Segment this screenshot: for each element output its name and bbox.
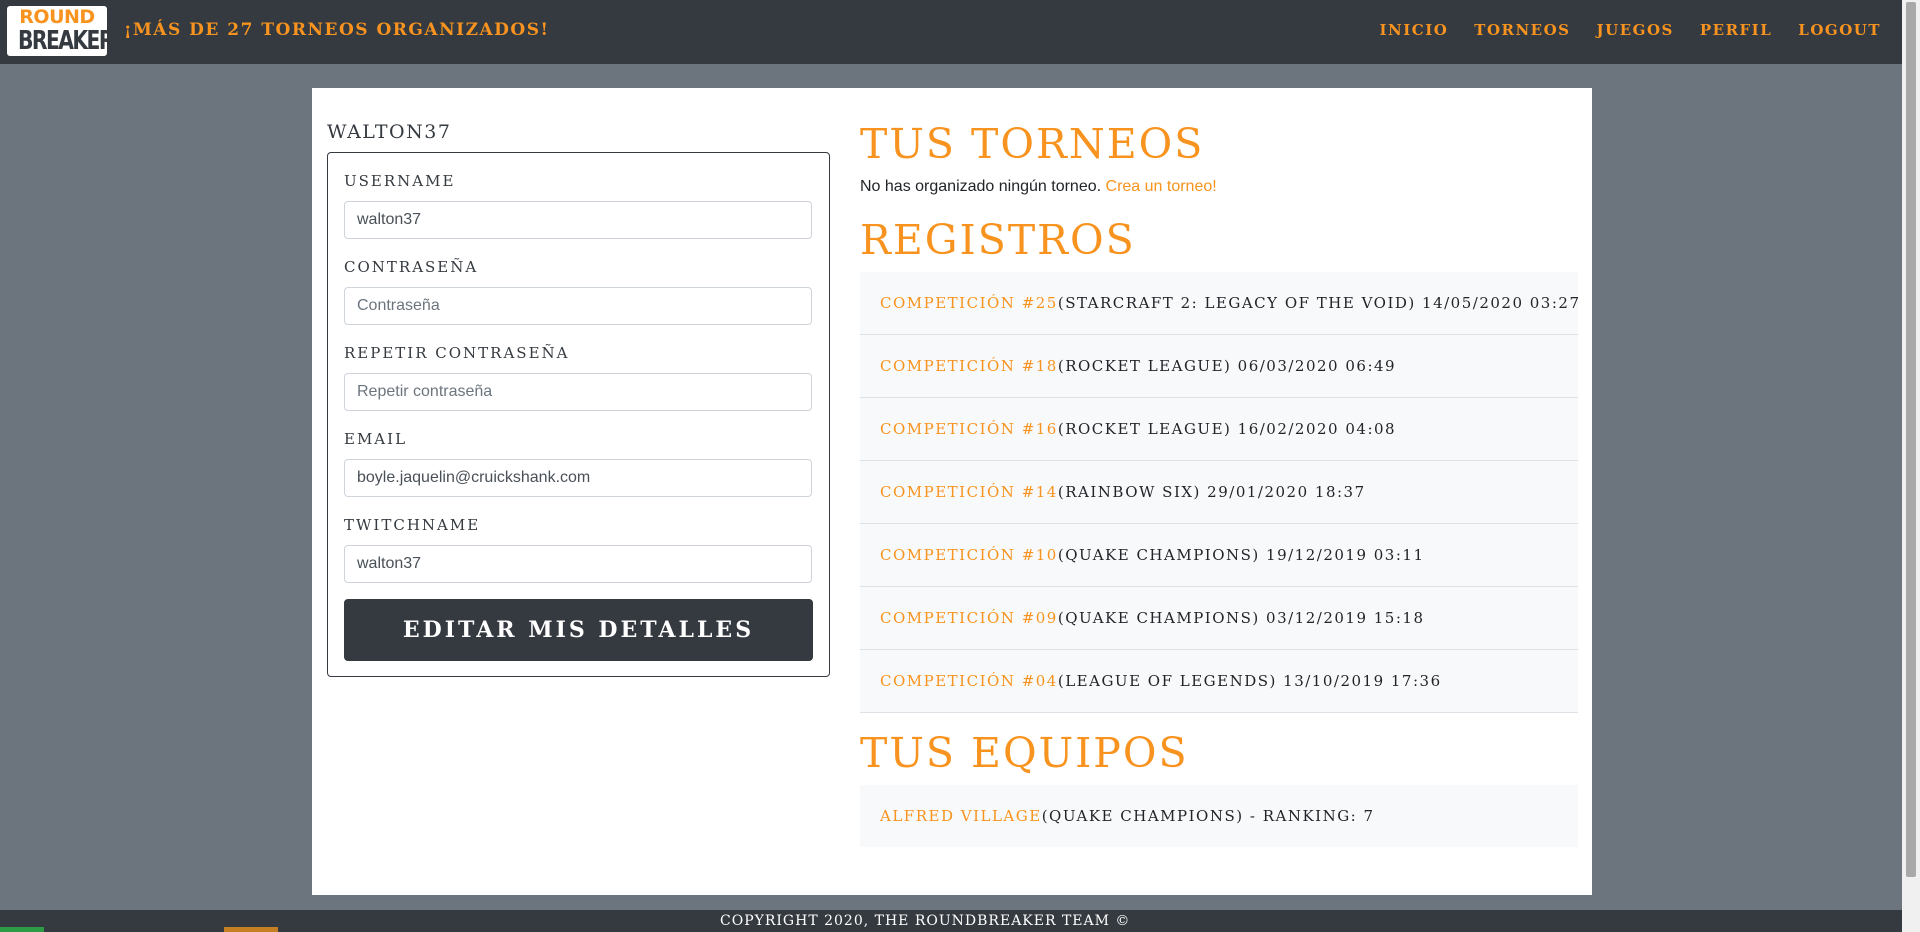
profile-heading: WALTON37	[327, 121, 452, 143]
registration-details: (LEAGUE OF LEGENDS) 13/10/2019 17:36	[1057, 672, 1442, 690]
registration-details: (ROCKET LEAGUE) 06/03/2020 06:49	[1057, 357, 1397, 375]
nav-torneos[interactable]: TORNEOS	[1474, 21, 1570, 39]
tournaments-title: TUS TORNEOS	[860, 120, 1205, 168]
edit-details-button[interactable]: EDITAR MIS DETALLES	[344, 599, 813, 661]
registration-item: COMPETICIÓN #09(QUAKE CHAMPIONS) 03/12/2…	[860, 587, 1578, 650]
registration-item: COMPETICIÓN #14(RAINBOW SIX) 29/01/2020 …	[860, 461, 1578, 524]
username-label: USERNAME	[344, 172, 456, 190]
registrations-title: REGISTROS	[860, 216, 1136, 264]
taskbar-app-indicator	[0, 927, 44, 932]
password-input[interactable]	[344, 287, 812, 325]
registration-item: COMPETICIÓN #16(ROCKET LEAGUE) 16/02/202…	[860, 398, 1578, 461]
registration-link[interactable]: COMPETICIÓN #25	[880, 294, 1058, 312]
registration-link[interactable]: COMPETICIÓN #16	[880, 420, 1058, 438]
navbar: ROUND BREAKER ¡MÁS DE 27 TORNEOS ORGANIZ…	[0, 0, 1902, 64]
footer-copyright: COPYRIGHT 2020, THE ROUNDBREAKER TEAM ©	[720, 913, 1131, 929]
teams-list: ALFRED VILLAGE(QUAKE CHAMPIONS) - RANKIN…	[860, 785, 1578, 847]
registration-link[interactable]: COMPETICIÓN #14	[880, 483, 1058, 501]
create-tournament-link[interactable]: Crea un torneo!	[1106, 178, 1217, 195]
nav-logout[interactable]: LOGOUT	[1798, 21, 1881, 39]
tagline: ¡MÁS DE 27 TORNEOS ORGANIZADOS!	[124, 20, 550, 40]
logo-round-text: ROUND	[19, 6, 95, 28]
registration-details: (ROCKET LEAGUE) 16/02/2020 04:08	[1057, 420, 1397, 438]
registration-details: (STARCRAFT 2: LEGACY OF THE VOID) 14/05/…	[1057, 294, 1581, 312]
email-input[interactable]	[344, 459, 812, 497]
registration-item: COMPETICIÓN #18(ROCKET LEAGUE) 06/03/202…	[860, 335, 1578, 398]
team-item: ALFRED VILLAGE(QUAKE CHAMPIONS) - RANKIN…	[860, 785, 1578, 847]
footer: COPYRIGHT 2020, THE ROUNDBREAKER TEAM ©	[0, 910, 1902, 932]
registration-item: COMPETICIÓN #25(STARCRAFT 2: LEGACY OF T…	[860, 272, 1581, 335]
page-scrollbar[interactable]	[1902, 0, 1920, 932]
nav-juegos[interactable]: JUEGOS	[1597, 21, 1674, 39]
registration-item: COMPETICIÓN #10(QUAKE CHAMPIONS) 19/12/2…	[860, 524, 1578, 587]
profile-form: USERNAME CONTRASEÑA REPETIR CONTRASEÑA E…	[327, 152, 830, 677]
registration-link[interactable]: COMPETICIÓN #18	[880, 357, 1058, 375]
taskbar-app-indicator	[224, 927, 278, 932]
email-label: EMAIL	[344, 430, 408, 448]
registration-link[interactable]: COMPETICIÓN #09	[880, 609, 1058, 627]
username-input[interactable]	[344, 201, 812, 239]
repeat-password-label: REPETIR CONTRASEÑA	[344, 344, 570, 362]
registration-item: COMPETICIÓN #04(LEAGUE OF LEGENDS) 13/10…	[860, 650, 1578, 713]
no-tournaments-text: No has organizado ningún torneo. Crea un…	[860, 178, 1217, 196]
nav-inicio[interactable]: INICIO	[1380, 21, 1449, 39]
registration-link[interactable]: COMPETICIÓN #10	[880, 546, 1058, 564]
teams-title: TUS EQUIPOS	[860, 729, 1189, 777]
password-label: CONTRASEÑA	[344, 258, 479, 276]
no-tournaments-message: No has organizado ningún torneo.	[860, 178, 1102, 195]
roundbreaker-logo[interactable]: ROUND BREAKER	[7, 6, 107, 56]
registrations-list: COMPETICIÓN #25(STARCRAFT 2: LEGACY OF T…	[860, 272, 1581, 713]
twitchname-input[interactable]	[344, 545, 812, 583]
registration-details: (QUAKE CHAMPIONS) 03/12/2019 15:18	[1057, 609, 1425, 627]
main-nav: INICIO TORNEOS JUEGOS PERFIL LOGOUT	[1380, 21, 1881, 39]
twitchname-label: TWITCHNAME	[344, 516, 481, 534]
nav-perfil[interactable]: PERFIL	[1700, 21, 1772, 39]
logo-breaker-text: BREAKER	[18, 26, 107, 56]
main-container: WALTON37 USERNAME CONTRASEÑA REPETIR CON…	[312, 88, 1592, 895]
repeat-password-input[interactable]	[344, 373, 812, 411]
team-details: (QUAKE CHAMPIONS) - RANKING: 7	[1041, 807, 1375, 825]
registration-link[interactable]: COMPETICIÓN #04	[880, 672, 1058, 690]
registration-details: (RAINBOW SIX) 29/01/2020 18:37	[1057, 483, 1366, 501]
scrollbar-thumb[interactable]	[1906, 2, 1916, 877]
registration-details: (QUAKE CHAMPIONS) 19/12/2019 03:11	[1057, 546, 1425, 564]
team-link[interactable]: ALFRED VILLAGE	[880, 807, 1042, 825]
